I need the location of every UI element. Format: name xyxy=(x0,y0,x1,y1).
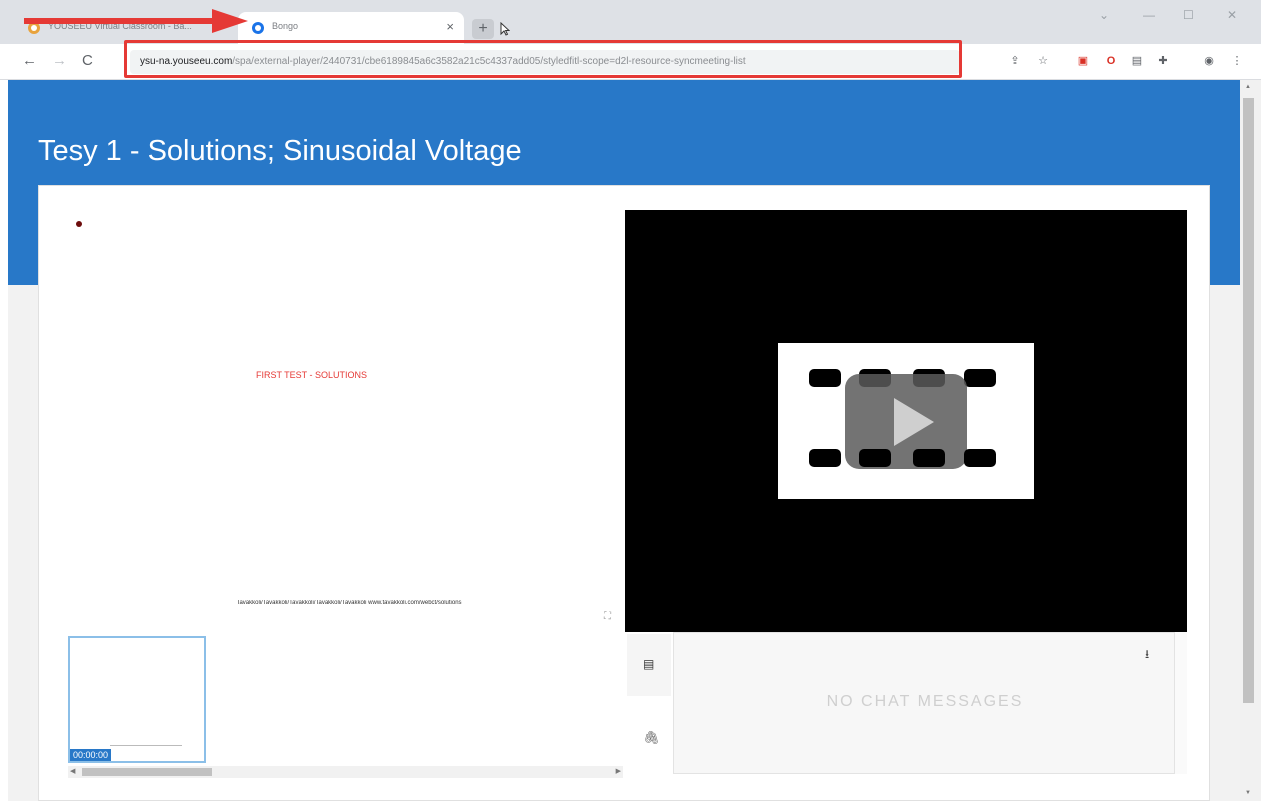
forward-button[interactable]: → xyxy=(52,52,67,69)
film-hole xyxy=(964,369,996,387)
opera-icon[interactable]: O xyxy=(1104,54,1118,68)
menu-icon[interactable]: ⋮ xyxy=(1230,54,1244,68)
reload-button[interactable]: C xyxy=(82,52,93,69)
film-hole xyxy=(809,449,841,467)
close-window-icon[interactable]: ✕ xyxy=(1227,8,1237,22)
player-card: FIRST TEST - SOLUTIONS Tavakkoli/Tavakko… xyxy=(38,185,1210,801)
share-icon[interactable]: ⇪ xyxy=(1008,54,1022,68)
chat-tab[interactable]: ▤ xyxy=(627,634,671,696)
browser-tab-strip: YOUSEEU Virtual Classroom - Ba... Bongo … xyxy=(0,0,1261,44)
chat-icon: ▤ xyxy=(643,657,655,671)
scroll-down-icon[interactable]: ▼ xyxy=(1245,790,1251,796)
back-button[interactable]: ← xyxy=(22,52,37,69)
slide-heading: FIRST TEST - SOLUTIONS xyxy=(255,370,368,380)
star-icon[interactable]: ☆ xyxy=(1036,54,1050,68)
film-hole xyxy=(964,449,996,467)
video-player[interactable] xyxy=(625,210,1187,632)
attachment-icon[interactable]: 🖇 xyxy=(643,730,660,746)
screenshot-root: YOUSEEU Virtual Classroom - Ba... Bongo … xyxy=(0,0,1261,801)
new-tab-button[interactable]: + xyxy=(472,19,494,39)
chat-panel: ⭳ NO CHAT MESSAGES xyxy=(673,632,1175,774)
bongo-favicon-icon xyxy=(252,22,264,34)
scrollbar-thumb[interactable] xyxy=(82,768,212,776)
red-annotation-arrow xyxy=(24,9,248,33)
scroll-left-icon[interactable]: ◀ xyxy=(70,767,75,775)
chat-scrollbar[interactable] xyxy=(1175,632,1187,774)
pdf-icon[interactable]: ▣ xyxy=(1076,54,1090,68)
film-hole xyxy=(859,449,891,467)
thumbnail-timestamp: 00:00:00 xyxy=(70,749,112,761)
slide-bullet xyxy=(76,221,82,227)
download-icon[interactable]: ⭳ xyxy=(1145,645,1149,666)
page-body: Tesy 1 - Solutions; Sinusoidal Voltage F… xyxy=(8,80,1240,801)
bookmark-icon[interactable]: ▤ xyxy=(1130,54,1144,68)
maximize-icon[interactable]: ☐ xyxy=(1183,8,1194,22)
video-poster xyxy=(778,343,1034,499)
thumbnail-scrollbar[interactable]: ◀ ▶ xyxy=(68,766,623,778)
profile-icon[interactable]: ◉ xyxy=(1202,54,1216,68)
chat-sidebar: ▤ 🖇 xyxy=(625,632,673,774)
film-hole xyxy=(809,369,841,387)
url-highlight-box xyxy=(124,40,962,78)
page-title: Tesy 1 - Solutions; Sinusoidal Voltage xyxy=(38,135,522,167)
fullscreen-icon[interactable]: ⛶ xyxy=(604,612,614,622)
chat-empty-message: NO CHAT MESSAGES xyxy=(826,693,1024,710)
minimize-icon[interactable]: — xyxy=(1143,8,1155,22)
scrollbar-thumb[interactable] xyxy=(1243,98,1254,703)
scroll-up-icon[interactable]: ▲ xyxy=(1245,84,1251,90)
puzzle-icon[interactable]: ✚ xyxy=(1156,54,1170,68)
mouse-cursor-icon xyxy=(500,22,510,36)
film-hole xyxy=(913,449,945,467)
thumbnail-line xyxy=(110,745,182,746)
play-icon xyxy=(894,398,934,446)
page-scrollbar[interactable]: ▲ ▼ xyxy=(1240,80,1261,801)
slide-thumbnail[interactable]: 00:00:00 xyxy=(68,636,206,763)
tab-title: Bongo xyxy=(272,21,299,31)
scroll-right-icon[interactable]: ▶ xyxy=(616,767,621,775)
tab-search-icon[interactable]: ⌄ xyxy=(1099,8,1109,22)
slide-footer-text: Tavakkoli/Tavakkoli/Tavakkoli/Tavakkoli/… xyxy=(236,600,462,606)
close-tab-icon[interactable]: × xyxy=(446,19,454,34)
